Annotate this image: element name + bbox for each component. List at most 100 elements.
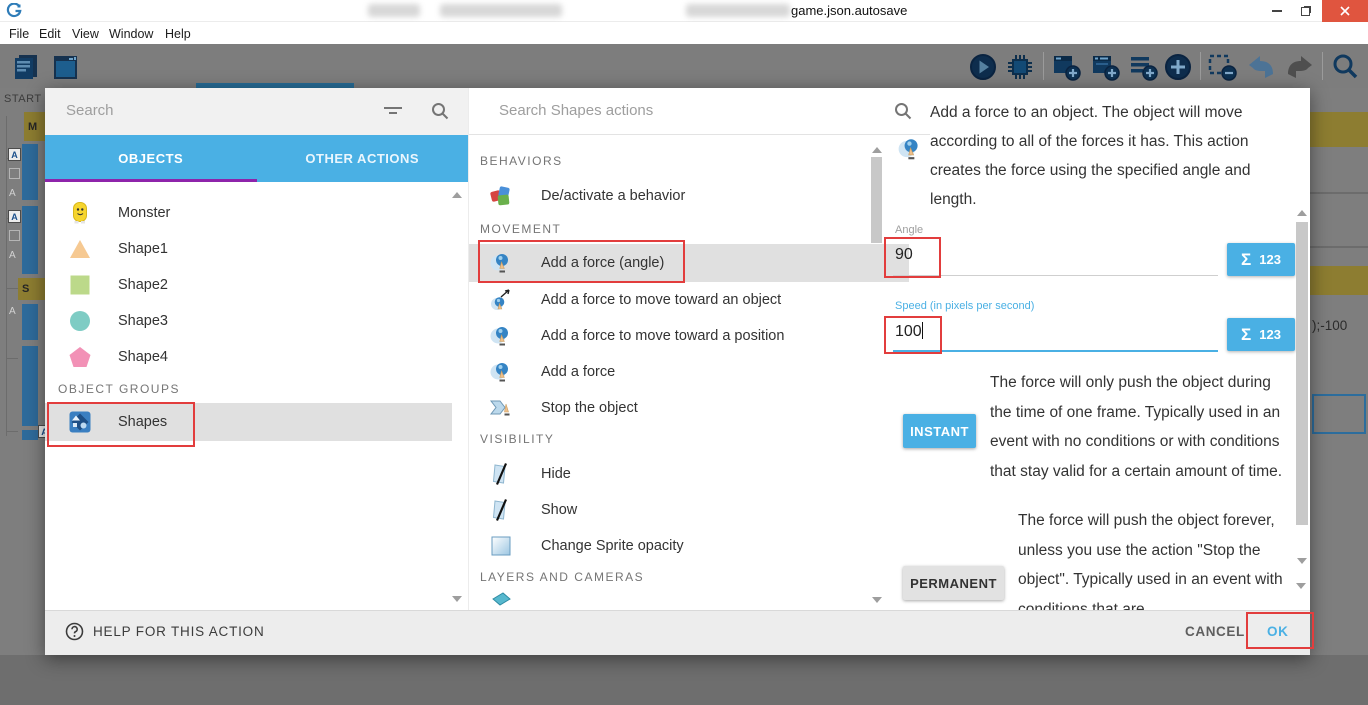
action-add-force-angle[interactable]: Add a force (angle) <box>469 244 909 282</box>
instant-button[interactable]: INSTANT <box>903 414 976 448</box>
background-start-label: START <box>4 93 42 105</box>
angle-field-value[interactable]: 90 <box>895 246 913 264</box>
action-search-input[interactable]: Search Shapes actions <box>499 102 653 119</box>
project-manager-icon[interactable] <box>12 52 42 82</box>
menu-bar: File Edit View Window Help <box>0 22 1368 44</box>
toolbar <box>0 44 1368 88</box>
background-action-icon: A <box>38 425 45 438</box>
speed-expression-button[interactable]: Σ 123 <box>1227 318 1295 351</box>
opacity-icon <box>489 534 513 558</box>
scroll-up-icon[interactable] <box>452 192 462 198</box>
search-icon[interactable] <box>893 101 913 121</box>
group-name: Shapes <box>118 414 167 430</box>
speed-field-value[interactable]: 100 <box>895 322 923 341</box>
action-change-sprite-opacity[interactable]: Change Sprite opacity <box>469 528 909 564</box>
permanent-button[interactable]: PERMANENT <box>903 566 1004 600</box>
undo-icon[interactable] <box>1245 52 1279 82</box>
panel-tabs: OBJECTS OTHER ACTIONS <box>45 135 468 182</box>
tab-other-actions[interactable]: OTHER ACTIONS <box>257 135 469 182</box>
tab-objects[interactable]: OBJECTS <box>45 135 257 182</box>
help-link[interactable]: HELP FOR THIS ACTION <box>65 622 265 641</box>
scrollbar-thumb[interactable] <box>1296 222 1308 525</box>
force-toward-object-icon <box>489 288 513 312</box>
hide-icon <box>489 462 513 486</box>
speed-field-underline <box>893 350 1218 352</box>
object-row-shape3[interactable]: Shape3 <box>45 303 452 339</box>
section-layers-cameras: LAYERS AND CAMERAS <box>480 570 644 584</box>
minimize-button[interactable] <box>1264 0 1290 22</box>
close-button[interactable] <box>1322 0 1368 22</box>
menu-help[interactable]: Help <box>160 25 196 43</box>
force-icon <box>489 251 513 275</box>
redacted-text <box>440 4 562 17</box>
toolbar-separator <box>1200 52 1201 80</box>
object-search-input[interactable]: Search <box>66 102 114 119</box>
action-show[interactable]: Show <box>469 492 909 528</box>
action-add-force[interactable]: Add a force <box>469 354 909 390</box>
menu-view[interactable]: View <box>67 25 104 43</box>
scroll-down-icon[interactable] <box>1297 558 1307 564</box>
object-name: Shape2 <box>118 277 168 293</box>
section-behaviors: BEHAVIORS <box>480 154 563 168</box>
add-comment-icon[interactable] <box>1128 52 1160 82</box>
object-search-bar[interactable]: Search <box>45 88 468 135</box>
angle-expression-button[interactable]: Σ 123 <box>1227 243 1295 276</box>
background-event-header: M <box>24 112 45 141</box>
object-row-shape4[interactable]: Shape4 <box>45 339 452 375</box>
object-groups-header: OBJECT GROUPS <box>58 382 180 396</box>
filter-icon[interactable] <box>382 103 404 119</box>
background-events-sheet-right: );-100 <box>1310 88 1368 655</box>
scroll-up-icon[interactable] <box>872 147 882 153</box>
search-icon[interactable] <box>430 101 450 121</box>
action-partial[interactable] <box>469 592 909 610</box>
action-description: Add a force to an object. The object wil… <box>930 98 1288 214</box>
object-row-shape1[interactable]: Shape1 <box>45 231 452 267</box>
cancel-button[interactable]: CANCEL <box>1185 624 1245 639</box>
ok-button[interactable]: OK <box>1267 624 1288 639</box>
action-search-bar[interactable]: Search Shapes actions <box>469 88 930 135</box>
circle-icon <box>68 309 92 333</box>
object-row-shape2[interactable]: Shape2 <box>45 267 452 303</box>
redo-icon[interactable] <box>1282 52 1316 82</box>
menu-edit[interactable]: Edit <box>34 25 66 43</box>
scrollbar-thumb[interactable] <box>871 157 882 243</box>
play-icon[interactable] <box>968 52 998 82</box>
action-editor-dialog: Search OBJECTS OTHER ACTIONS Monster Sha… <box>45 88 1310 655</box>
object-row-monster[interactable]: Monster <box>45 195 452 231</box>
add-event-icon[interactable] <box>1051 52 1083 82</box>
menu-file[interactable]: File <box>4 25 34 43</box>
background-condition-icon <box>9 168 20 179</box>
background-events-sheet-left: START M A A A A S A A <box>0 88 45 655</box>
delete-selection-icon[interactable] <box>1207 52 1239 82</box>
menu-window[interactable]: Window <box>104 25 158 43</box>
scene-editor-icon[interactable] <box>50 52 80 82</box>
background-bottom <box>0 655 1368 705</box>
action-deactivate-behavior[interactable]: De/activate a behavior <box>469 178 909 214</box>
force-icon <box>489 324 513 348</box>
triangle-icon <box>68 237 92 261</box>
background-code-fragment: );-100 <box>1312 318 1347 333</box>
add-sub-event-icon[interactable] <box>1090 52 1122 82</box>
background-action-icon: A <box>8 148 21 161</box>
scroll-up-icon[interactable] <box>1297 210 1307 216</box>
action-stop-object[interactable]: Stop the object <box>469 390 909 426</box>
expand-description-icon[interactable] <box>1296 583 1306 589</box>
scroll-down-icon[interactable] <box>452 596 462 602</box>
scroll-down-icon[interactable] <box>872 597 882 603</box>
shapes-group-row[interactable]: Shapes <box>45 403 452 441</box>
search-events-icon[interactable] <box>1330 52 1360 82</box>
dialog-footer: HELP FOR THIS ACTION CANCEL OK <box>45 610 1310 655</box>
action-force-toward-position[interactable]: Add a force to move toward a position <box>469 318 909 354</box>
add-new-icon[interactable] <box>1163 52 1193 82</box>
active-tab-underline <box>45 179 257 182</box>
action-hide[interactable]: Hide <box>469 456 909 492</box>
monster-icon <box>68 201 92 225</box>
background-action-icon: A <box>8 210 21 223</box>
maximize-button[interactable] <box>1292 0 1318 22</box>
debug-icon[interactable] <box>1005 52 1035 82</box>
pentagon-icon <box>68 345 92 369</box>
toolbar-separator <box>1322 52 1323 80</box>
background-selected-row <box>1312 394 1366 434</box>
text-cursor <box>922 322 923 339</box>
action-force-toward-object[interactable]: Add a force to move toward an object <box>469 282 909 318</box>
